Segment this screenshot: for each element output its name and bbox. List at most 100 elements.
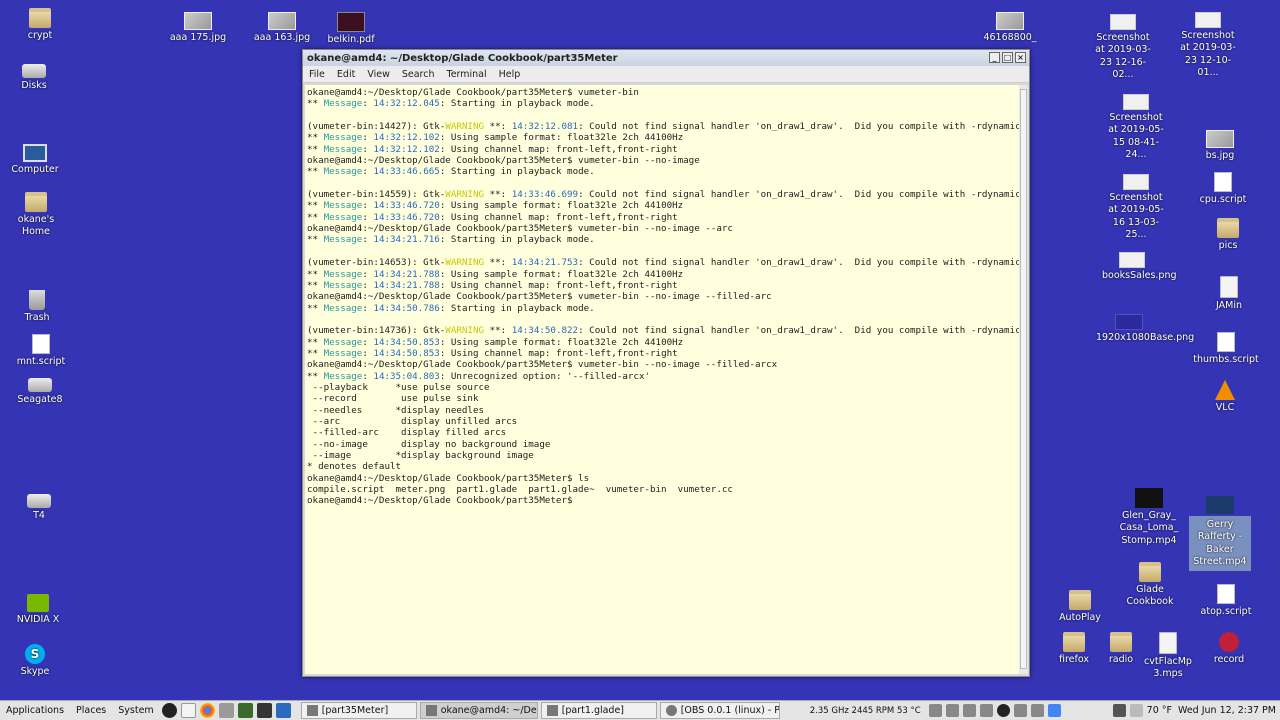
desktop-icon-cpu-script[interactable]: cpu.script — [1183, 172, 1263, 206]
menu-file[interactable]: File — [309, 69, 325, 80]
folder-icon — [306, 705, 318, 716]
terminal-output[interactable]: okane@amd4:~/Desktop/Glade Cookbook/part… — [305, 85, 1019, 674]
desktop-icon-glade-cookbook[interactable]: Glade Cookbook — [1110, 562, 1190, 609]
terminal-line: okane@amd4:~/Desktop/Glade Cookbook/part… — [307, 223, 733, 235]
terminal-scrollbar[interactable] — [1019, 85, 1028, 674]
menu-view[interactable]: View — [367, 69, 390, 80]
desktop-icon-trash[interactable]: Trash — [0, 290, 77, 324]
desktop-icon-glen-gray[interactable]: Glen_Gray_Casa_Loma_Stomp.mp4 — [1109, 488, 1189, 547]
minimize-button[interactable]: _ — [989, 52, 1000, 63]
chrome-tray-icon[interactable] — [1047, 704, 1061, 717]
menu-search[interactable]: Search — [402, 69, 435, 80]
terminal-line: okane@amd4:~/Desktop/Glade Cookbook/part… — [307, 495, 579, 507]
shield-icon[interactable] — [962, 704, 976, 717]
task-terminal[interactable]: okane@amd4: ~/Deskt... — [419, 702, 538, 719]
desktop-icon-disks[interactable]: Disks — [0, 64, 74, 92]
terminal-line: ** Message: 14:34:21.788: Using channel … — [307, 279, 678, 291]
pdf-icon — [337, 12, 365, 32]
desktop-icon-autoplay[interactable]: AutoPlay — [1040, 590, 1120, 624]
task-part1-glade[interactable]: [part1.glade] — [540, 702, 657, 719]
editor-launcher-icon[interactable] — [180, 703, 196, 718]
folder-icon — [1069, 590, 1091, 610]
desktop-icon-atop-script[interactable]: atop.script — [1186, 584, 1266, 618]
desktop-icon-bs[interactable]: bs.jpg — [1180, 130, 1260, 162]
terminal-icon — [425, 705, 437, 716]
desktop-icon-aaa163[interactable]: aaa 163.jpg — [242, 12, 322, 44]
script-icon — [1214, 172, 1232, 192]
desktop-icon-screenshot-3[interactable]: Screenshot at 2019-05-15 08-41-24... — [1096, 94, 1176, 161]
places-menu[interactable]: Places — [70, 705, 112, 716]
microphone-icon[interactable] — [1013, 704, 1027, 717]
desktop-icon-home[interactable]: okane's Home — [0, 192, 76, 239]
desktop-icon-vlc[interactable]: VLC — [1185, 380, 1265, 414]
obs-tray-icon[interactable] — [996, 704, 1010, 717]
desktop-icon-jamin[interactable]: JAMin — [1189, 276, 1269, 312]
window-titlebar[interactable]: okane@amd4: ~/Desktop/Glade Cookbook/par… — [303, 50, 1029, 66]
desktop-icon-46168800[interactable]: 46168800_ — [970, 12, 1050, 44]
desktop-icon-aaa175[interactable]: aaa 175.jpg — [158, 12, 238, 44]
window-title: okane@amd4: ~/Desktop/Glade Cookbook/par… — [307, 52, 618, 64]
menu-terminal[interactable]: Terminal — [447, 69, 487, 80]
terminal-line: (vumeter-bin:14559): Gtk-WARNING **: 14:… — [307, 189, 1019, 201]
trash-icon — [29, 290, 45, 310]
desktop-icon-bookssales[interactable]: booksSales.png — [1092, 252, 1177, 282]
terminal-launcher-icon[interactable] — [256, 703, 272, 718]
desktop-icon-mnt-script[interactable]: mnt.script — [1, 334, 81, 368]
network-icon[interactable] — [945, 704, 959, 717]
menu-edit[interactable]: Edit — [337, 69, 355, 80]
desktop-icon-computer[interactable]: Computer — [0, 144, 75, 176]
desktop-icon-seagate8[interactable]: Seagate8 — [0, 378, 80, 406]
lock-launcher-icon[interactable] — [218, 703, 234, 718]
terminal-line: okane@amd4:~/Desktop/Glade Cookbook/part… — [307, 472, 590, 484]
terminal-line: (vumeter-bin:14653): Gtk-WARNING **: 14:… — [307, 257, 1019, 269]
desktop-icon-nvidia[interactable]: NVIDIA X — [0, 594, 78, 626]
image-icon — [1115, 314, 1143, 330]
terminal-line: ** Message: 14:34:50.786: Starting in pl… — [307, 302, 595, 314]
volume-icon[interactable] — [1030, 704, 1044, 717]
desktop-icon-screenshot-4[interactable]: Screenshot at 2019-05-16 13-03-25... — [1096, 174, 1176, 241]
desktop-icon-thumbs-script[interactable]: thumbs.script — [1186, 332, 1266, 366]
script-icon — [32, 334, 50, 354]
desktop-icon-screenshot-1[interactable]: Screenshot at 2019-03-23 12-16-02... — [1083, 14, 1163, 81]
display-icon[interactable] — [1112, 704, 1126, 717]
applications-menu[interactable]: Applications — [0, 705, 70, 716]
obs-launcher-icon[interactable] — [161, 703, 177, 718]
desktop-icon-screenshot-2[interactable]: Screenshot at 2019-03-23 12-10-01... — [1168, 12, 1248, 79]
menu-help[interactable]: Help — [499, 69, 521, 80]
home-folder-icon — [25, 192, 47, 212]
close-button[interactable]: × — [1015, 52, 1026, 63]
gear-icon[interactable] — [979, 704, 993, 717]
desktop-icon-1920base[interactable]: 1920x1080Base.png — [1089, 314, 1194, 344]
terminal-window[interactable]: okane@amd4: ~/Desktop/Glade Cookbook/par… — [302, 49, 1030, 677]
system-menu[interactable]: System — [112, 705, 159, 716]
image-icon — [268, 12, 296, 30]
battery-icon[interactable] — [928, 704, 942, 717]
task-obs[interactable]: [OBS 0.0.1 (linux) - Profi... — [659, 702, 780, 719]
menu-bar: File Edit View Search Terminal Help — [303, 66, 1029, 83]
folder-icon — [29, 8, 51, 28]
desktop-icon-skype[interactable]: S Skype — [0, 644, 75, 678]
task-part35meter[interactable]: [part35Meter] — [300, 702, 417, 719]
scrollbar-thumb[interactable] — [1020, 89, 1027, 669]
clock[interactable]: Wed Jun 12, 2:37 PM — [1174, 705, 1280, 716]
chrome-launcher-icon[interactable] — [199, 703, 215, 718]
file-icon — [1159, 632, 1177, 654]
cpu-monitor: 2.35 GHz 2445 RPM 53 °C — [809, 705, 921, 716]
monitor-launcher-icon[interactable] — [237, 703, 253, 718]
terminal-line: ** Message: 14:33:46.720: Using channel … — [307, 211, 678, 223]
maximize-button[interactable]: □ — [1002, 52, 1013, 63]
virtualbox-launcher-icon[interactable] — [275, 703, 291, 718]
desktop-icon-crypt[interactable]: crypt — [0, 8, 80, 42]
desktop-icon-gerry-rafferty[interactable]: Gerry Rafferty - Baker Street.mp4 — [1180, 496, 1260, 572]
script-icon — [1217, 584, 1235, 604]
desktop-icon-pics[interactable]: pics — [1188, 218, 1268, 252]
desktop-icon-belkin[interactable]: belkin.pdf — [311, 12, 391, 46]
terminal-line: (vumeter-bin:14736): Gtk-WARNING **: 14:… — [307, 325, 1019, 337]
weather-icon — [1129, 704, 1143, 717]
desktop-icon-t4[interactable]: T4 — [0, 494, 79, 522]
terminal-line: okane@amd4:~/Desktop/Glade Cookbook/part… — [307, 87, 639, 98]
desktop-icon-record[interactable]: record — [1189, 632, 1269, 666]
